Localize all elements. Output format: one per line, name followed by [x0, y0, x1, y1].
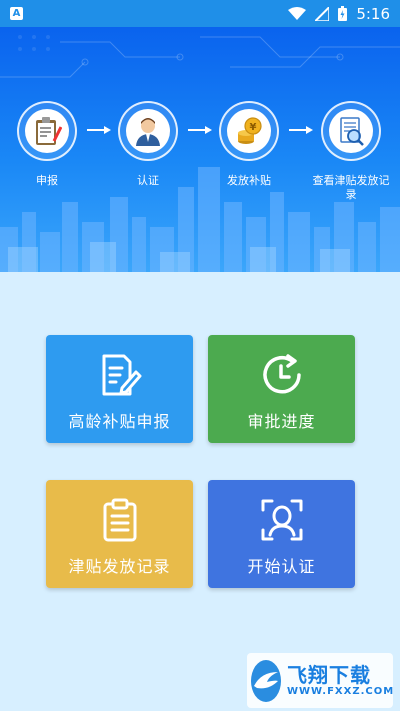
step-label: 发放补贴: [227, 174, 271, 187]
step-subsidy: ¥ 发放补贴: [218, 101, 280, 188]
signal-icon: [315, 6, 330, 21]
process-banner: 申报 认证 ¥ 发放补贴 查看津贴发放记录: [0, 27, 400, 272]
clipboard-icon: [46, 497, 193, 543]
tile-label: 高龄补贴申报: [68, 412, 171, 431]
coins-icon: ¥: [227, 109, 271, 153]
clock-time: 5:16: [356, 4, 390, 23]
watermark-title: 飞翔下载: [287, 663, 371, 687]
tile-label: 津贴发放记录: [68, 557, 171, 576]
form-icon: [25, 109, 69, 153]
app-notification-icon: A: [10, 7, 23, 20]
arrow-right-icon: [87, 126, 111, 134]
senior-subsidy-apply-button[interactable]: 高龄补贴申报: [46, 335, 193, 443]
status-bar: A 5:16: [0, 0, 400, 27]
step-verify: 认证: [117, 101, 179, 188]
face-scan-icon: [208, 497, 355, 543]
tile-label: 审批进度: [247, 412, 316, 431]
site-watermark: 飞翔下载 WWW.FXXZ.COM: [247, 653, 393, 708]
edit-form-icon: [46, 352, 193, 398]
arrow-right-icon: [188, 126, 212, 134]
start-verification-button[interactable]: 开始认证: [208, 480, 355, 588]
tile-label: 开始认证: [247, 557, 316, 576]
person-icon: [126, 109, 170, 153]
wifi-icon: [288, 6, 307, 21]
arrow-right-icon: [289, 126, 313, 134]
allowance-records-button[interactable]: 津贴发放记录: [46, 480, 193, 588]
step-apply: 申报: [16, 101, 78, 188]
clock-refresh-icon: [208, 352, 355, 398]
document-search-icon: [329, 109, 373, 153]
step-label: 认证: [137, 174, 159, 187]
bird-logo-icon: [251, 659, 281, 702]
step-records: 查看津贴发放记录: [313, 101, 390, 202]
svg-text:¥: ¥: [250, 122, 257, 133]
approval-progress-button[interactable]: 审批进度: [208, 335, 355, 443]
battery-icon: [338, 6, 348, 21]
step-label: 申报: [36, 174, 58, 187]
step-label: 查看津贴发放记录: [312, 174, 390, 201]
watermark-url: WWW.FXXZ.COM: [287, 686, 395, 697]
